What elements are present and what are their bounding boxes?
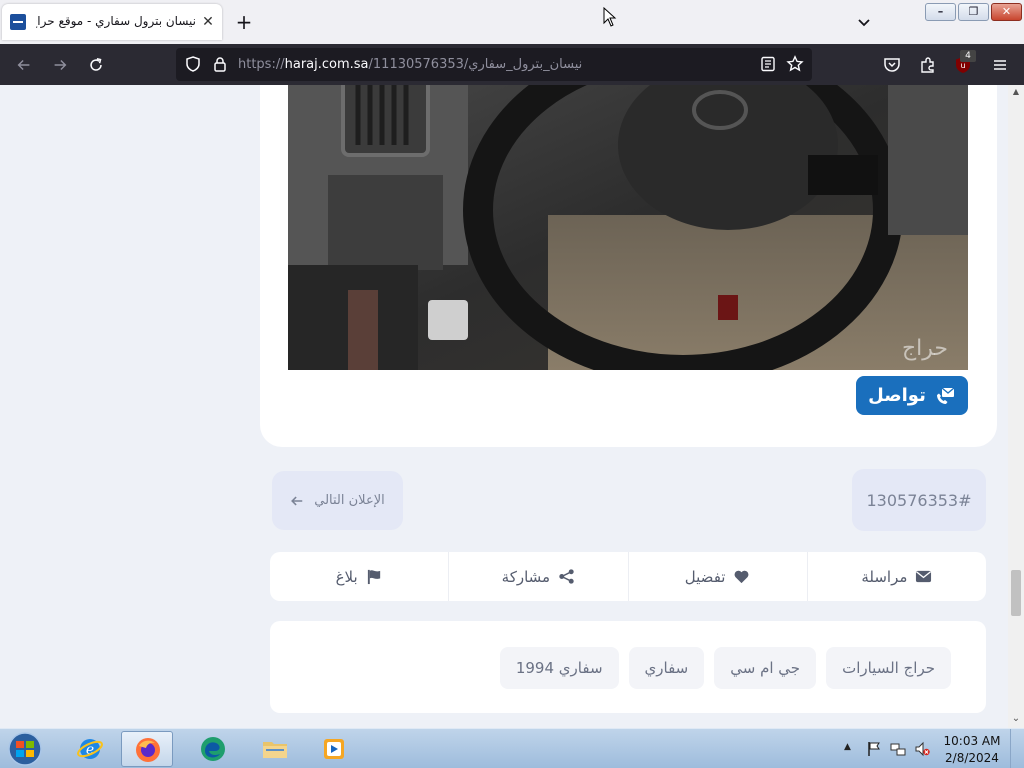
pocket-icon[interactable]: [882, 55, 902, 75]
reload-icon[interactable]: [83, 52, 109, 78]
lock-icon[interactable]: [211, 55, 229, 73]
firefox-icon: [136, 738, 160, 762]
share-icon: [559, 569, 574, 584]
extension-badge: 4: [960, 50, 976, 62]
post-id: 130576353#: [866, 490, 972, 510]
image-watermark: حراج: [902, 336, 948, 361]
tag-chip[interactable]: جي ام سي: [714, 647, 817, 689]
scrollbar-thumb[interactable]: [1011, 570, 1021, 616]
action-label: بلاغ: [335, 567, 358, 586]
browser-window: نيسان بترول سفاري - موقع حراج ✕ + – ❐ ✕: [0, 0, 1024, 768]
svg-text:u: u: [960, 61, 965, 70]
page-scrollbar[interactable]: ▲ ⌄: [1008, 85, 1024, 728]
scroll-down-arrow-icon[interactable]: ⌄: [1008, 713, 1024, 725]
favorite-action[interactable]: تفضيل: [627, 552, 807, 601]
mouse-cursor-icon: [603, 7, 617, 27]
taskbar-edge[interactable]: [187, 731, 239, 767]
tracking-protection-shield-icon[interactable]: [184, 55, 202, 73]
clock-time[interactable]: 10:03 AM: [942, 734, 1002, 748]
active-tab[interactable]: نيسان بترول سفاري - موقع حراج ✕: [2, 4, 222, 40]
new-tab-icon[interactable]: +: [234, 12, 254, 32]
hamburger-menu-icon[interactable]: [990, 55, 1010, 75]
network-icon[interactable]: [890, 741, 906, 757]
reader-view-icon[interactable]: [760, 56, 776, 72]
windows-taskbar: e ▲ 10:03 AM 2/8/2024: [0, 728, 1024, 768]
action-label: مشاركة: [501, 567, 551, 586]
post-photo[interactable]: حراج: [288, 85, 968, 370]
tags-panel: حراج السيارات جي ام سي سفاري سفاري 1994: [270, 621, 986, 713]
volume-muted-icon[interactable]: [914, 741, 930, 757]
url-scheme: https://: [238, 57, 285, 72]
page-content: حراج تواصل الإعلان التالي 130576353# مرا…: [0, 85, 1008, 728]
phone-envelope-icon: [936, 387, 955, 404]
show-desktop-button[interactable]: [1010, 729, 1024, 768]
tab-title: نيسان بترول سفاري - موقع حراج: [36, 14, 196, 28]
heart-icon: [735, 570, 749, 584]
list-all-tabs-icon[interactable]: [854, 12, 874, 32]
url-domain: haraj.com.sa: [284, 57, 369, 72]
system-tray: ▲ 10:03 AM 2/8/2024: [842, 729, 1024, 768]
tag-chip[interactable]: حراج السيارات: [826, 647, 951, 689]
message-action[interactable]: مراسلة: [806, 552, 986, 601]
media-player-icon: [324, 739, 344, 759]
taskbar-media-player[interactable]: [308, 731, 360, 767]
internet-explorer-icon: e: [77, 739, 103, 759]
url-text: https://haraj.com.sa/11130576353/نيسان_ب…: [238, 57, 582, 72]
action-label: تفضيل: [684, 567, 726, 586]
tag-list: حراج السيارات جي ام سي سفاري سفاري 1994: [499, 647, 951, 689]
close-tab-icon[interactable]: ✕: [199, 13, 217, 31]
contact-button-label: تواصل: [868, 385, 926, 406]
tag-chip[interactable]: سفاري 1994: [499, 647, 619, 689]
clock-date[interactable]: 2/8/2024: [942, 751, 1002, 765]
show-hidden-icons-icon[interactable]: ▲: [844, 742, 860, 758]
flag-icon: [367, 569, 380, 585]
post-actions-bar: مراسلة تفضيل مشاركة بلاغ: [270, 552, 986, 601]
window-minimize-button[interactable]: –: [925, 3, 956, 21]
address-bar[interactable]: https://haraj.com.sa/11130576353/نيسان_ب…: [176, 48, 812, 81]
car-dashboard-photo: حراج: [288, 85, 968, 370]
envelope-icon: [916, 570, 932, 583]
next-ad-label: الإعلان التالي: [314, 493, 385, 508]
site-favicon-icon: [10, 14, 26, 30]
start-button[interactable]: [5, 731, 45, 767]
taskbar-firefox[interactable]: [121, 731, 173, 767]
bookmark-star-icon[interactable]: [786, 55, 804, 73]
edge-icon: [201, 737, 225, 761]
window-restore-button[interactable]: ❐: [958, 3, 989, 21]
report-action[interactable]: بلاغ: [270, 552, 448, 601]
tag-chip[interactable]: سفاري: [628, 647, 705, 689]
forward-arrow-icon[interactable]: [47, 52, 73, 78]
contact-button[interactable]: تواصل: [856, 376, 968, 415]
post-card: حراج تواصل: [260, 85, 997, 447]
taskbar-internet-explorer[interactable]: e: [64, 731, 116, 767]
windows-logo-icon: [8, 732, 42, 766]
back-arrow-icon[interactable]: [11, 52, 37, 78]
tab-strip: نيسان بترول سفاري - موقع حراج ✕ + – ❐ ✕: [0, 0, 1024, 44]
taskbar-file-explorer[interactable]: [249, 731, 301, 767]
url-path: /11130576353/نيسان_بترول_سفاري: [368, 57, 583, 72]
next-ad-button[interactable]: الإعلان التالي: [272, 471, 403, 530]
action-center-flag-icon[interactable]: [866, 741, 882, 757]
scroll-up-arrow-icon[interactable]: ▲: [1008, 87, 1024, 99]
post-id-chip: 130576353#: [852, 469, 986, 531]
window-close-button[interactable]: ✕: [991, 3, 1022, 21]
extensions-puzzle-icon[interactable]: [918, 55, 938, 75]
folder-icon: [263, 742, 287, 758]
action-label: مراسلة: [861, 567, 908, 586]
navigation-toolbar: https://haraj.com.sa/11130576353/نيسان_ب…: [0, 44, 1024, 85]
arrow-left-icon: [291, 496, 303, 505]
share-action[interactable]: مشاركة: [448, 552, 627, 601]
